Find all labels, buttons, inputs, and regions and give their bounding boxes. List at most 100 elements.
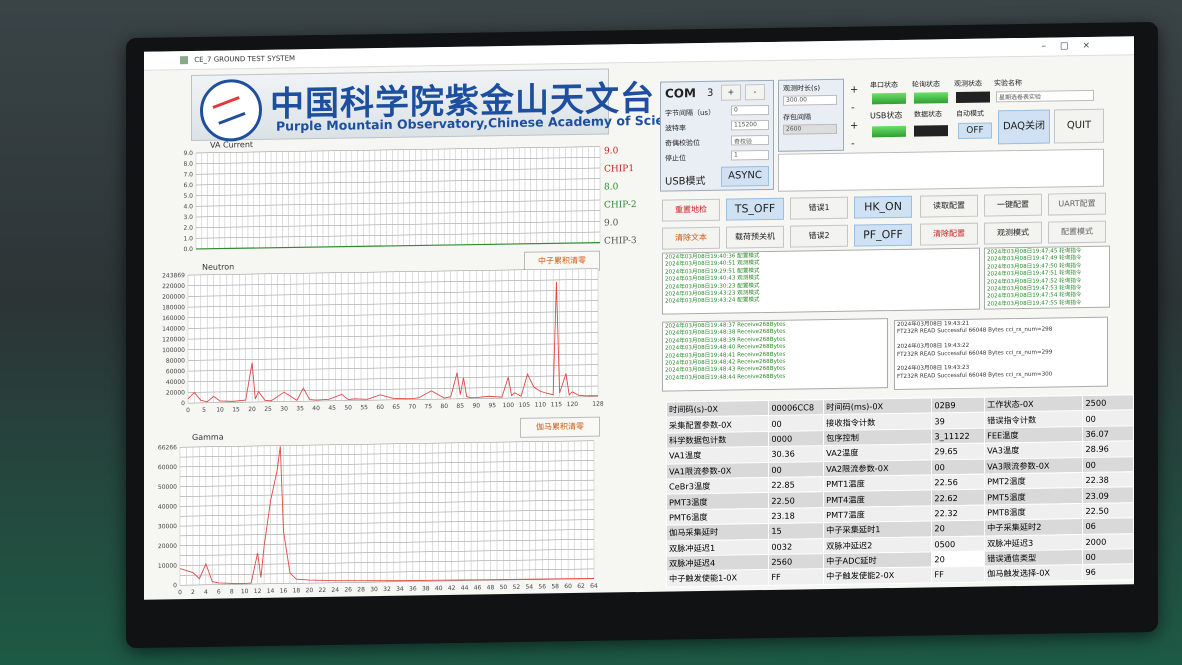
table-label-cell: 中子ADC延时 [823, 551, 932, 569]
y-tick-label: 5.0 [183, 193, 193, 200]
parity-select[interactable]: 奇校验 [731, 134, 769, 146]
table-value-cell: 39 [931, 412, 985, 429]
exp-name-label: 实验名称 [994, 78, 1022, 88]
y-tick-label: 2.0 [183, 225, 193, 232]
save-interval-label: 存包间隔 [783, 113, 811, 122]
auto-mode-label: 自动模式 [956, 109, 984, 119]
polling-log[interactable]: 2024年03月08日19:47:45 轮询指令 2024年03月08日19:4… [984, 245, 1110, 310]
obs-duration-label: 观测时长(s) [783, 84, 821, 93]
legend-chip3: CHIP-3 [604, 236, 637, 247]
x-tick-label: 32 [383, 586, 391, 593]
ts-off-button[interactable]: TS_OFF [726, 197, 784, 221]
x-tick-label: 50 [500, 584, 508, 591]
va-current-chart: 9.0 8.0 7.0 6.0 5.0 4.0 3.0 2.0 1.0 0.0 [183, 146, 601, 253]
usb-mode-label: USB模式 [665, 175, 706, 188]
table-label-cell: 双脉冲延迟3 [984, 534, 1083, 551]
table-label-cell: 伽马采集延时 [666, 523, 769, 541]
table-label-cell: PMT5温度 [984, 487, 1083, 505]
table-label-cell: 工作状态-0X [984, 395, 1083, 413]
interval-plus-button[interactable]: + [850, 121, 858, 132]
x-tick-label: 80 [440, 403, 448, 410]
x-tick-label: 20 [248, 406, 256, 413]
x-tick-label: 42 [448, 585, 456, 592]
x-tick-label: 34 [396, 586, 404, 593]
table-label-cell: 中子触发使能1-0X [666, 569, 769, 587]
x-tick-label: 30 [370, 586, 378, 593]
table-value-cell: 22.32 [931, 504, 985, 522]
pf-off-button[interactable]: PF_OFF [854, 223, 912, 247]
x-tick-label: 40 [435, 585, 443, 592]
message-textbox[interactable] [778, 148, 1104, 192]
table-label-cell: PMT4温度 [823, 490, 932, 508]
hk-on-button[interactable]: HK_ON [854, 195, 912, 219]
com-minus-button[interactable]: - [745, 84, 765, 101]
clear-text-button[interactable]: 清除文本 [662, 226, 720, 250]
one-key-config-button[interactable]: 一键配置 [984, 193, 1042, 217]
table-label-cell: PMT3温度 [666, 492, 769, 510]
table-label-cell: VA2限流参数-0X [823, 459, 932, 477]
table-label-cell: PMT8温度 [984, 503, 1083, 521]
table-value-cell: 2000 [1082, 533, 1134, 550]
obs-minus-button[interactable]: - [851, 103, 855, 114]
stop-bit-select[interactable]: 1 [731, 149, 769, 161]
read-config-button[interactable]: 读取配置 [920, 194, 978, 218]
clear-config-button[interactable]: 清除配置 [920, 222, 978, 246]
error1-button[interactable]: 错误1 [790, 196, 848, 220]
obs-duration-input[interactable]: 300.00 [783, 94, 837, 106]
y-tick-label: 66266 [158, 444, 177, 451]
receive-log[interactable]: 2024年03月08日19:48:37 Receive268Bytes 2024… [662, 318, 888, 392]
table-value-cell: 00 [1082, 548, 1134, 565]
neutron-plot-label: Neutron [202, 262, 235, 272]
table-label-cell: 接收指令计数 [823, 413, 932, 431]
com-port-value: 3 [707, 87, 714, 99]
x-tick-label: 25 [264, 406, 272, 413]
x-tick-label: 115 [551, 401, 563, 408]
exp-name-input[interactable]: 星期选卷表实验 [996, 89, 1094, 103]
y-tick-label: 4.0 [183, 203, 193, 210]
gamma-chart: 6626660000500004000030000200001000000 2 4 6… [158, 440, 598, 596]
y-tick-label: 243869 [162, 272, 185, 279]
window-controls[interactable]: –□× [1041, 37, 1104, 56]
legend-chip2-value: 8.0 [604, 182, 619, 193]
ft232-log[interactable]: 2024年03月08日 19:43:21 FT232R READ Success… [894, 316, 1108, 390]
byte-interval-label: 字节间隔（us） [665, 108, 716, 118]
reset-ground-check-button[interactable]: 重置地检 [662, 198, 720, 222]
observe-mode-button[interactable]: 观测模式 [984, 221, 1042, 245]
table-label-cell: PMT6温度 [666, 508, 769, 526]
daq-close-button[interactable]: DAQ关闭 [998, 109, 1050, 145]
byte-interval-input[interactable]: 0 [731, 104, 769, 116]
save-interval-input[interactable]: 2600 [783, 123, 837, 135]
com-plus-button[interactable]: + [721, 84, 741, 101]
x-tick-label: 65 [392, 404, 400, 411]
baud-select[interactable]: 115200 [731, 119, 769, 131]
async-button[interactable]: ASYNC [721, 165, 769, 187]
table-label-cell: 中子采集延时1 [823, 521, 932, 539]
x-tick-label: 58 [551, 583, 559, 590]
payload-preshutdown-button[interactable]: 载荷预关机 [726, 225, 784, 249]
table-value-cell: 3_11122 [931, 427, 985, 445]
quit-button[interactable]: QUIT [1054, 108, 1104, 144]
x-tick-label: 50 [344, 405, 352, 412]
table-value-cell: 2500 [1082, 394, 1134, 411]
obs-plus-button[interactable]: + [850, 85, 858, 96]
x-tick-label: 28 [357, 586, 365, 593]
table-label-cell: 错误指令计数 [984, 410, 1083, 428]
housekeeping-table: 时间码(s)-0X 00006CC8 时间码(ms)-0X 02B9 工作状态-0X 25… [666, 394, 1134, 587]
polling-status-label: 轮询状态 [912, 80, 940, 89]
error2-button[interactable]: 错误2 [790, 224, 848, 248]
table-value-cell: 22.50 [768, 491, 824, 509]
interval-minus-button[interactable]: - [851, 139, 855, 150]
table-label-cell: VA2温度 [823, 444, 932, 462]
config-mode-button[interactable]: 配置模式 [1048, 220, 1106, 244]
table-value-cell: 22.56 [931, 474, 985, 491]
auto-mode-toggle[interactable]: OFF [958, 122, 992, 139]
table-value-cell: 28.96 [1082, 440, 1134, 458]
usb-status-led [872, 125, 906, 138]
table-label-cell: PMT1温度 [823, 474, 932, 492]
gamma-clear-button[interactable]: 伽马累积清零 [520, 416, 600, 438]
app-icon [180, 56, 188, 65]
uart-config-button[interactable]: UART配置 [1048, 192, 1106, 216]
x-tick-label: 52 [513, 584, 521, 591]
y-tick-label: 40000 [166, 379, 185, 386]
mode-log[interactable]: 2024年03月08日19:40:36 配置模式 2024年03月08日19:4… [662, 247, 980, 315]
